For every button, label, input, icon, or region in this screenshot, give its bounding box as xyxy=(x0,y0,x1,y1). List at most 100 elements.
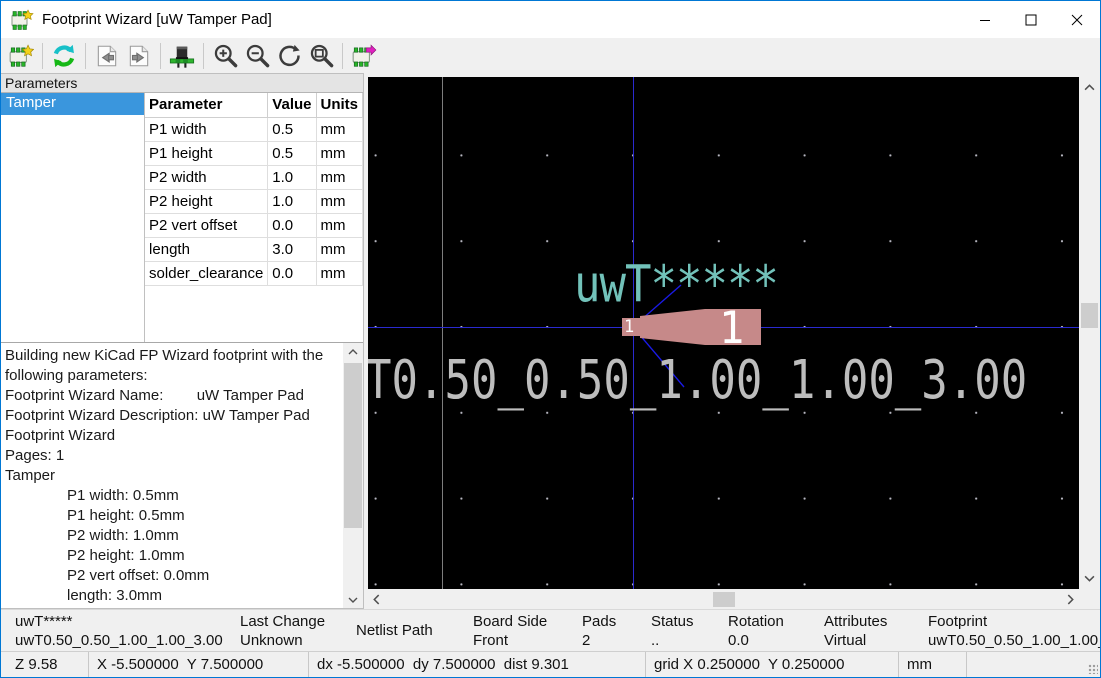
previous-page-icon xyxy=(94,43,120,69)
preview-area: uwT***** T0.50_0.50_1.00_1.00_3.00 1 1 xyxy=(364,73,1100,609)
scroll-down-arrow-icon[interactable] xyxy=(1079,570,1100,587)
resize-grip[interactable] xyxy=(1088,664,1098,674)
param-value-cell[interactable]: 1.0 xyxy=(268,165,316,189)
status-field-status: Status .. xyxy=(651,610,728,651)
param-value-cell[interactable]: 0.0 xyxy=(268,261,316,285)
status-value: .. xyxy=(651,631,728,650)
app-footprint-icon xyxy=(10,8,34,32)
message-line: P1 width: 0.5mm xyxy=(5,486,339,506)
canvas-vscrollbar[interactable] xyxy=(1079,75,1100,589)
message-line: following parameters: xyxy=(5,366,339,386)
param-units-cell: mm xyxy=(316,189,363,213)
canvas-hscrollbar[interactable] xyxy=(368,590,1079,609)
footprint-preview-canvas[interactable]: uwT***** T0.50_0.50_1.00_1.00_3.00 1 1 xyxy=(368,77,1079,589)
next-page-button[interactable] xyxy=(123,41,155,71)
zoom-out-button[interactable] xyxy=(241,41,273,71)
table-row: length 3.0 mm xyxy=(145,237,362,261)
pad-number-small: 1 xyxy=(624,317,634,337)
status-zoom: Z 9.58 xyxy=(1,652,89,677)
status-relative-position: dx -5.500000 dy 7.500000 dist 9.301 xyxy=(309,652,646,677)
toolbar-separator xyxy=(342,43,343,69)
close-button[interactable] xyxy=(1054,1,1100,38)
minimize-icon xyxy=(979,14,991,26)
table-row: P2 vert offset 0.0 mm xyxy=(145,213,362,237)
wizard-page-list[interactable]: Tamper xyxy=(1,93,145,342)
scrollbar-thumb[interactable] xyxy=(1081,303,1098,328)
scroll-up-arrow-icon[interactable] xyxy=(1079,79,1100,96)
message-line: P1 height: 0.5mm xyxy=(5,506,339,526)
export-footprint-icon xyxy=(351,43,377,69)
scrollbar-thumb[interactable] xyxy=(344,363,362,528)
table-row: solder_clearance 0.0 mm xyxy=(145,261,362,285)
export-footprint-button[interactable] xyxy=(348,41,380,71)
table-header-row: Parameter Value Units xyxy=(145,93,362,117)
message-line: Pages: 1 xyxy=(5,446,339,466)
maximize-button[interactable] xyxy=(1008,1,1054,38)
toolbar-separator xyxy=(203,43,204,69)
status-field-footprint: Footprint uwT0.50_0.50_1.00_1.00_3.00 xyxy=(928,610,1100,651)
param-name-cell: P2 height xyxy=(145,189,268,213)
previous-page-button[interactable] xyxy=(91,41,123,71)
param-units-cell: mm xyxy=(316,117,363,141)
param-name-cell: solder_clearance xyxy=(145,261,268,285)
main-toolbar xyxy=(1,38,1100,73)
message-line: P2 vert offset: 0.0mm xyxy=(5,566,339,586)
status-field-attributes: Attributes Virtual xyxy=(824,610,928,651)
status-value: Virtual xyxy=(824,631,928,650)
param-name-cell: P2 vert offset xyxy=(145,213,268,237)
title-bar[interactable]: Footprint Wizard [uW Tamper Pad] xyxy=(1,1,1100,38)
zoom-in-button[interactable] xyxy=(209,41,241,71)
table-row: P2 width 1.0 mm xyxy=(145,165,362,189)
status-grid: grid X 0.250000 Y 0.250000 xyxy=(646,652,899,677)
table-row: P1 height 0.5 mm xyxy=(145,141,362,165)
scroll-down-arrow-icon[interactable] xyxy=(343,591,362,608)
regenerate-footprint-button[interactable] xyxy=(48,41,80,71)
show-footprint-button[interactable] xyxy=(166,41,198,71)
message-line: length: 3.0mm xyxy=(5,586,339,606)
param-name-cell: P1 height xyxy=(145,141,268,165)
status-units: mm xyxy=(899,652,967,677)
status-label: Netlist Path xyxy=(356,621,473,640)
param-units-cell: mm xyxy=(316,165,363,189)
zoom-fit-button[interactable] xyxy=(305,41,337,71)
minimize-button[interactable] xyxy=(962,1,1008,38)
close-icon xyxy=(1071,14,1083,26)
footprint-wizard-window: Footprint Wizard [uW Tamper Pad] xyxy=(0,0,1101,678)
zoom-fit-icon xyxy=(308,42,335,69)
message-line: P2 width: 1.0mm xyxy=(5,526,339,546)
toolbar-separator xyxy=(160,43,161,69)
scrollbar-thumb[interactable] xyxy=(713,592,735,607)
select-wizard-button[interactable] xyxy=(5,41,37,71)
scroll-left-arrow-icon[interactable] xyxy=(368,590,385,609)
zoom-in-icon xyxy=(212,42,239,69)
status-label: Rotation xyxy=(728,612,824,631)
param-value-cell[interactable]: 0.5 xyxy=(268,117,316,141)
window-title: Footprint Wizard [uW Tamper Pad] xyxy=(42,11,272,28)
param-value-cell[interactable]: 3.0 xyxy=(268,237,316,261)
message-line: Footprint Wizard xyxy=(5,426,339,446)
message-scrollbar[interactable] xyxy=(343,343,363,608)
status-value: 0.0 xyxy=(728,631,824,650)
column-header-value: Value xyxy=(268,93,316,117)
scroll-right-arrow-icon[interactable] xyxy=(1062,590,1079,609)
status-field-rotation: Rotation 0.0 xyxy=(728,610,824,651)
param-units-cell: mm xyxy=(316,141,363,165)
param-units-cell: mm xyxy=(316,213,363,237)
param-value-cell[interactable]: 1.0 xyxy=(268,189,316,213)
show-footprint-icon xyxy=(168,42,196,70)
status-label: Last Change xyxy=(240,612,356,631)
redraw-view-button[interactable] xyxy=(273,41,305,71)
param-value-cell[interactable]: 0.0 xyxy=(268,213,316,237)
scroll-up-arrow-icon[interactable] xyxy=(343,343,362,360)
footprint-reference-text[interactable]: uwT***** xyxy=(574,255,778,314)
status-label: Pads xyxy=(582,612,651,631)
footprint-value-text[interactable]: T0.50_0.50_1.00_1.00_3.00 xyxy=(368,349,1027,411)
param-value-cell[interactable]: 0.5 xyxy=(268,141,316,165)
toolbar-separator xyxy=(42,43,43,69)
parameters-body: Tamper Parameter Value Units P1 width 0.… xyxy=(1,93,363,342)
status-reference: uwT***** xyxy=(15,612,240,631)
status-field-netlist-path: Netlist Path xyxy=(356,610,473,651)
page-item-tamper[interactable]: Tamper xyxy=(1,93,144,115)
param-name-cell: P2 width xyxy=(145,165,268,189)
status-label: Footprint xyxy=(928,612,1100,631)
